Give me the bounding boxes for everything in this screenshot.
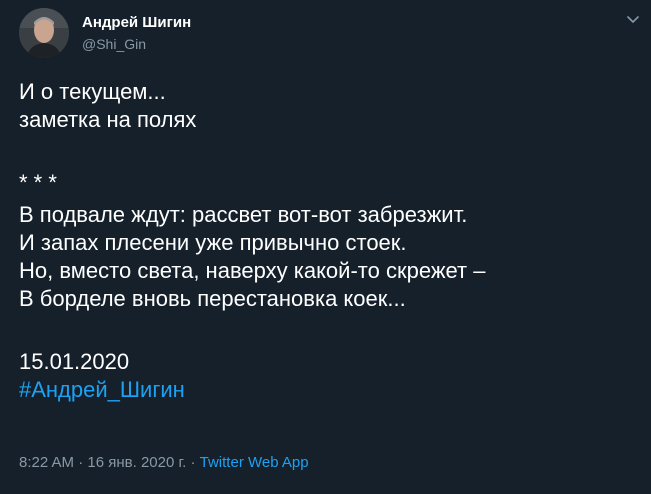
tweet-line: И запах плесени уже привычно стоек. bbox=[19, 230, 407, 255]
meta-separator: · bbox=[186, 454, 200, 471]
author-handle[interactable]: @Shi_Gin bbox=[82, 36, 146, 52]
tweet-separator: * * * bbox=[19, 170, 57, 195]
chevron-down-icon[interactable] bbox=[624, 10, 642, 28]
tweet-text: И о текущем... заметка на полях * * * В … bbox=[19, 78, 629, 404]
tweet-date: 15.01.2020 bbox=[19, 349, 130, 374]
tweet-date-stamp[interactable]: 16 янв. 2020 г. bbox=[87, 454, 186, 471]
tweet-time[interactable]: 8:22 AM bbox=[19, 454, 74, 471]
tweet-meta: 8:22 AM · 16 янв. 2020 г. · Twitter Web … bbox=[19, 454, 309, 471]
author-name[interactable]: Андрей Шигин bbox=[82, 14, 191, 31]
tweet-line: В подвале ждут: рассвет вот-вот забрезжи… bbox=[19, 202, 468, 227]
tweet-line: Но, вместо света, наверху какой-то скреж… bbox=[19, 258, 486, 283]
tweet-card: Андрей Шигин @Shi_Gin И о текущем... зам… bbox=[0, 0, 651, 494]
profile-photo-icon bbox=[19, 8, 69, 58]
meta-separator: · bbox=[74, 454, 88, 471]
avatar[interactable] bbox=[19, 8, 69, 58]
tweet-line: В борделе вновь перестановка коек... bbox=[19, 286, 406, 311]
tweet-line: И о текущем... bbox=[19, 79, 166, 104]
source-app-link[interactable]: Twitter Web App bbox=[200, 454, 309, 471]
tweet-line: заметка на полях bbox=[19, 107, 197, 132]
hashtag-link[interactable]: #Андрей_Шигин bbox=[19, 376, 629, 404]
